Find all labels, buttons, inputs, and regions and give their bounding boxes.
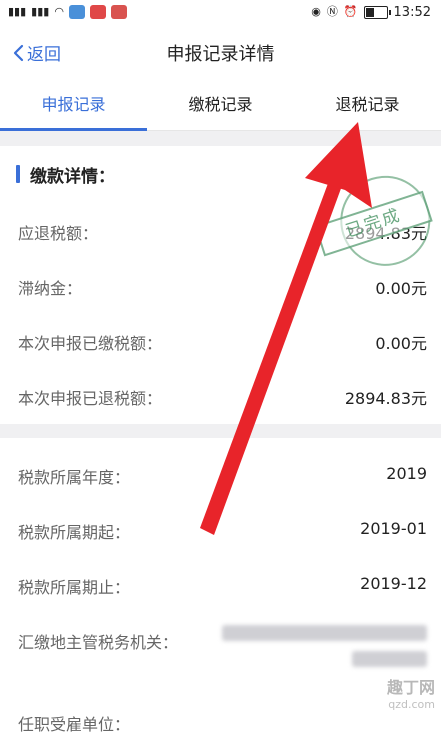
wifi-icon: ◠ bbox=[54, 5, 64, 18]
watermark: 趣丁网 qzd.com bbox=[387, 674, 435, 711]
tab-declaration-records[interactable]: 申报记录 bbox=[0, 80, 147, 131]
row-label: 汇缴地主管税务机关： bbox=[18, 633, 179, 652]
signal-icon: ▮▮▮ bbox=[8, 5, 27, 18]
row-label: 税款所属年度： bbox=[18, 468, 131, 487]
row-value: 2019-12 bbox=[360, 574, 427, 593]
detail-row: 税款所属期起： 2019-01 bbox=[0, 501, 441, 557]
row-value: 0.00元 bbox=[375, 334, 427, 353]
row-value: 2894.83元 bbox=[344, 389, 427, 408]
row-label: 税款所属期止： bbox=[18, 578, 131, 597]
detail-row: 税款所属年度： 2019 bbox=[0, 446, 441, 502]
tab-payment-records[interactable]: 缴税记录 bbox=[147, 80, 294, 130]
tab-refund-records[interactable]: 退税记录 bbox=[294, 80, 441, 130]
watermark-url: qzd.com bbox=[388, 698, 435, 711]
redacted-value bbox=[352, 651, 427, 667]
app-notification-icon bbox=[110, 5, 127, 19]
row-value: 2019-01 bbox=[360, 519, 427, 538]
section-accent-bar bbox=[16, 165, 20, 183]
watermark-text: 趣丁网 bbox=[386, 678, 435, 697]
battery-icon bbox=[363, 5, 391, 19]
row-value: 2019 bbox=[386, 464, 427, 483]
section-title: 缴款详情： bbox=[30, 167, 115, 187]
eye-icon: ◉ bbox=[311, 5, 321, 18]
row-value: 0.00元 bbox=[375, 279, 427, 298]
tax-period-card: 税款所属年度： 2019 税款所属期起： 2019-01 税款所属期止： 201… bbox=[0, 438, 441, 734]
nfc-icon: Ⓝ bbox=[326, 5, 338, 18]
redacted-value bbox=[222, 625, 427, 641]
row-label: 税款所属期起： bbox=[18, 523, 131, 542]
nav-bar: 返回 申报记录详情 bbox=[0, 24, 441, 80]
row-label: 滞纳金： bbox=[18, 279, 83, 298]
alarm-icon: ⏰ bbox=[343, 5, 358, 18]
divider bbox=[0, 131, 441, 146]
row-label: 任职受雇单位： bbox=[18, 715, 131, 734]
clock: 13:52 bbox=[393, 4, 431, 20]
detail-row: 任职受雇单位： bbox=[0, 693, 441, 749]
detail-row: 本次申报已退税额： 2894.83元 bbox=[0, 367, 441, 423]
app-notification-icon bbox=[68, 5, 85, 19]
detail-row: 汇缴地主管税务机关： bbox=[0, 611, 441, 683]
signal-icon: ▮▮▮ bbox=[31, 5, 50, 18]
divider bbox=[0, 424, 441, 438]
row-label: 本次申报已退税额： bbox=[18, 389, 163, 408]
detail-row: 本次申报已缴税额： 0.00元 bbox=[0, 312, 441, 368]
tab-bar: 申报记录 缴税记录 退税记录 bbox=[0, 80, 441, 131]
page-title: 申报记录详情 bbox=[166, 44, 275, 65]
detail-row: 税款所属期止： 2019-12 bbox=[0, 556, 441, 612]
status-bar: ▮▮▮ ▮▮▮ ◠ ◉ Ⓝ ⏰ 13:52 bbox=[0, 0, 441, 24]
app-notification-icon bbox=[89, 5, 106, 19]
row-label: 本次申报已缴税额： bbox=[18, 334, 163, 353]
row-label: 应退税额： bbox=[18, 224, 99, 243]
